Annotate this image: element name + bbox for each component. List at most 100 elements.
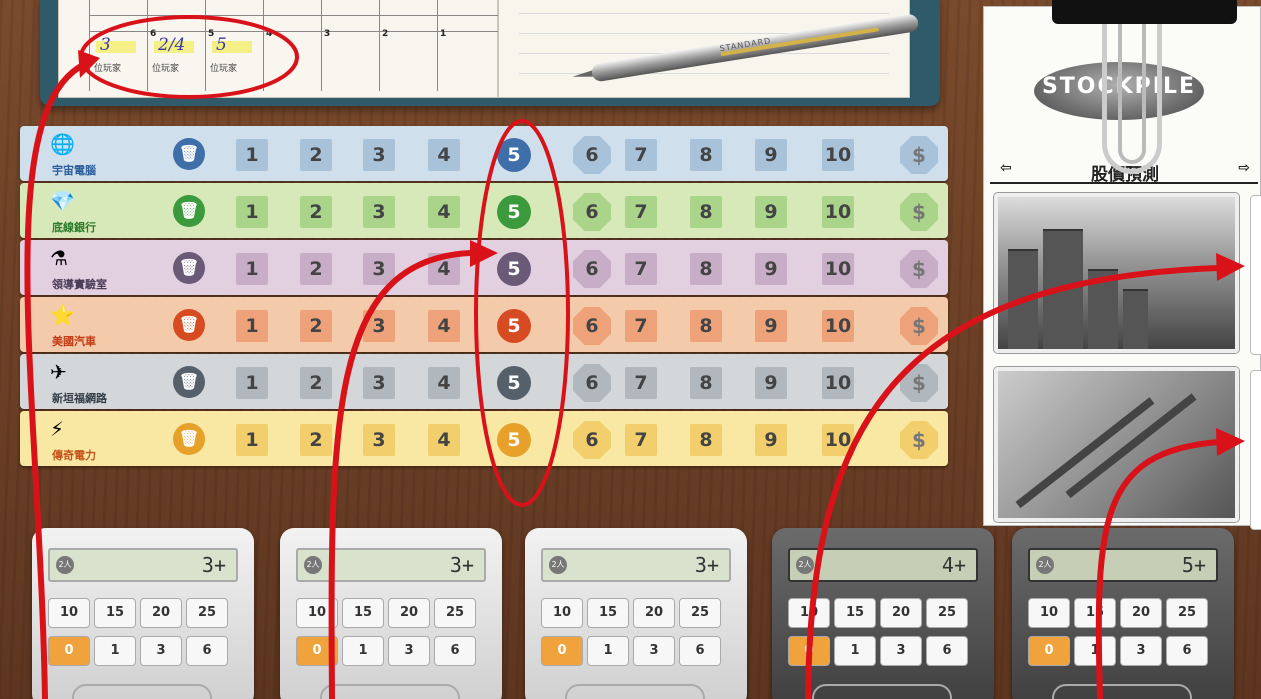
price-cell[interactable]: 2: [300, 367, 332, 399]
calculator-key[interactable]: 6: [1166, 636, 1208, 666]
price-marker-5[interactable]: 5: [497, 195, 531, 229]
price-cell[interactable]: 1: [236, 310, 268, 342]
calculator-key[interactable]: 25: [926, 598, 968, 628]
calculator-key[interactable]: 6: [434, 636, 476, 666]
calculator-key[interactable]: 25: [1166, 598, 1208, 628]
price-cell-6[interactable]: 6: [573, 421, 611, 459]
score-column[interactable]: 3 位玩家: [89, 0, 147, 91]
price-cell[interactable]: 10: [822, 424, 854, 456]
price-cell[interactable]: 4: [428, 139, 460, 171]
dollar-icon[interactable]: $: [900, 421, 938, 459]
forecast-card-slot[interactable]: [1250, 195, 1261, 355]
price-cell[interactable]: 7: [625, 253, 657, 285]
score-column[interactable]: 5 5 位玩家: [205, 0, 263, 91]
price-cell[interactable]: 2: [300, 139, 332, 171]
price-cell[interactable]: 7: [625, 424, 657, 456]
forecast-card-slot[interactable]: [1250, 370, 1261, 530]
price-cell-6[interactable]: 6: [573, 250, 611, 288]
calculator-key[interactable]: 1: [342, 636, 384, 666]
price-marker-5[interactable]: 5: [497, 309, 531, 343]
dollar-icon[interactable]: $: [900, 250, 938, 288]
calculator-key[interactable]: 0: [48, 636, 90, 666]
price-cell[interactable]: 9: [755, 310, 787, 342]
calculator-key[interactable]: 3: [633, 636, 675, 666]
price-cell[interactable]: 9: [755, 424, 787, 456]
calculator-key[interactable]: 10: [788, 598, 830, 628]
price-cell[interactable]: 8: [690, 367, 722, 399]
price-marker-5[interactable]: 5: [497, 138, 531, 172]
trash-icon[interactable]: 🗑: [173, 423, 205, 455]
price-cell[interactable]: 9: [755, 139, 787, 171]
price-cell-6[interactable]: 6: [573, 307, 611, 345]
calculator-key[interactable]: 15: [342, 598, 384, 628]
trash-icon[interactable]: 🗑: [173, 366, 205, 398]
calculator-key[interactable]: 0: [296, 636, 338, 666]
calculator-key[interactable]: 25: [434, 598, 476, 628]
calculator-key[interactable]: 15: [587, 598, 629, 628]
score-column[interactable]: 3: [321, 0, 379, 91]
price-cell[interactable]: 10: [822, 367, 854, 399]
calculator-key[interactable]: 15: [94, 598, 136, 628]
calculator-key[interactable]: 20: [140, 598, 182, 628]
price-cell[interactable]: 2: [300, 310, 332, 342]
price-cell[interactable]: 7: [625, 139, 657, 171]
calculator-key[interactable]: 25: [186, 598, 228, 628]
price-cell[interactable]: 2: [300, 424, 332, 456]
price-cell[interactable]: 4: [428, 253, 460, 285]
price-cell-6[interactable]: 6: [573, 364, 611, 402]
price-cell[interactable]: 8: [690, 310, 722, 342]
price-cell[interactable]: 10: [822, 310, 854, 342]
calculator-key[interactable]: 1: [94, 636, 136, 666]
calculator-key[interactable]: 1: [1074, 636, 1116, 666]
calculator-key[interactable]: 20: [633, 598, 675, 628]
dollar-icon[interactable]: $: [900, 364, 938, 402]
price-cell[interactable]: 2: [300, 253, 332, 285]
calculator-key[interactable]: 0: [1028, 636, 1070, 666]
calculator-key[interactable]: 1: [587, 636, 629, 666]
calculator-key[interactable]: 15: [1074, 598, 1116, 628]
price-marker-5[interactable]: 5: [497, 423, 531, 457]
calculator-key[interactable]: 10: [1028, 598, 1070, 628]
price-cell-6[interactable]: 6: [573, 193, 611, 231]
calculator-key[interactable]: 6: [926, 636, 968, 666]
dollar-icon[interactable]: $: [900, 193, 938, 231]
calculator-key[interactable]: 15: [834, 598, 876, 628]
price-cell[interactable]: 4: [428, 424, 460, 456]
price-cell[interactable]: 8: [690, 139, 722, 171]
calculator-key[interactable]: 3: [140, 636, 182, 666]
price-cell[interactable]: 9: [755, 253, 787, 285]
calculator-key[interactable]: 10: [48, 598, 90, 628]
price-marker-5[interactable]: 5: [497, 366, 531, 400]
price-cell[interactable]: 3: [363, 253, 395, 285]
price-cell[interactable]: 1: [236, 196, 268, 228]
price-cell[interactable]: 8: [690, 424, 722, 456]
calculator-key[interactable]: 25: [679, 598, 721, 628]
calculator-key[interactable]: 0: [788, 636, 830, 666]
trash-icon[interactable]: 🗑: [173, 309, 205, 341]
calculator-key[interactable]: 3: [880, 636, 922, 666]
trash-icon[interactable]: 🗑: [173, 252, 205, 284]
calculator-key[interactable]: 3: [388, 636, 430, 666]
price-cell[interactable]: 7: [625, 310, 657, 342]
score-column[interactable]: 6 2/4 位玩家: [147, 0, 205, 91]
price-cell[interactable]: 3: [363, 424, 395, 456]
score-column[interactable]: 2: [379, 0, 437, 91]
calculator-key[interactable]: 20: [880, 598, 922, 628]
price-cell[interactable]: 3: [363, 310, 395, 342]
calculator-key[interactable]: 6: [186, 636, 228, 666]
score-column[interactable]: 4: [263, 0, 321, 91]
price-cell[interactable]: 10: [822, 253, 854, 285]
price-cell[interactable]: 4: [428, 367, 460, 399]
price-cell[interactable]: 3: [363, 196, 395, 228]
price-cell[interactable]: 10: [822, 196, 854, 228]
price-cell[interactable]: 4: [428, 196, 460, 228]
price-cell[interactable]: 8: [690, 196, 722, 228]
dollar-icon[interactable]: $: [900, 136, 938, 174]
price-marker-5[interactable]: 5: [497, 252, 531, 286]
dollar-icon[interactable]: $: [900, 307, 938, 345]
calculator-key[interactable]: 20: [1120, 598, 1162, 628]
score-column[interactable]: 1: [437, 0, 495, 91]
price-cell[interactable]: 1: [236, 367, 268, 399]
calculator-key[interactable]: 1: [834, 636, 876, 666]
calculator-key[interactable]: 0: [541, 636, 583, 666]
